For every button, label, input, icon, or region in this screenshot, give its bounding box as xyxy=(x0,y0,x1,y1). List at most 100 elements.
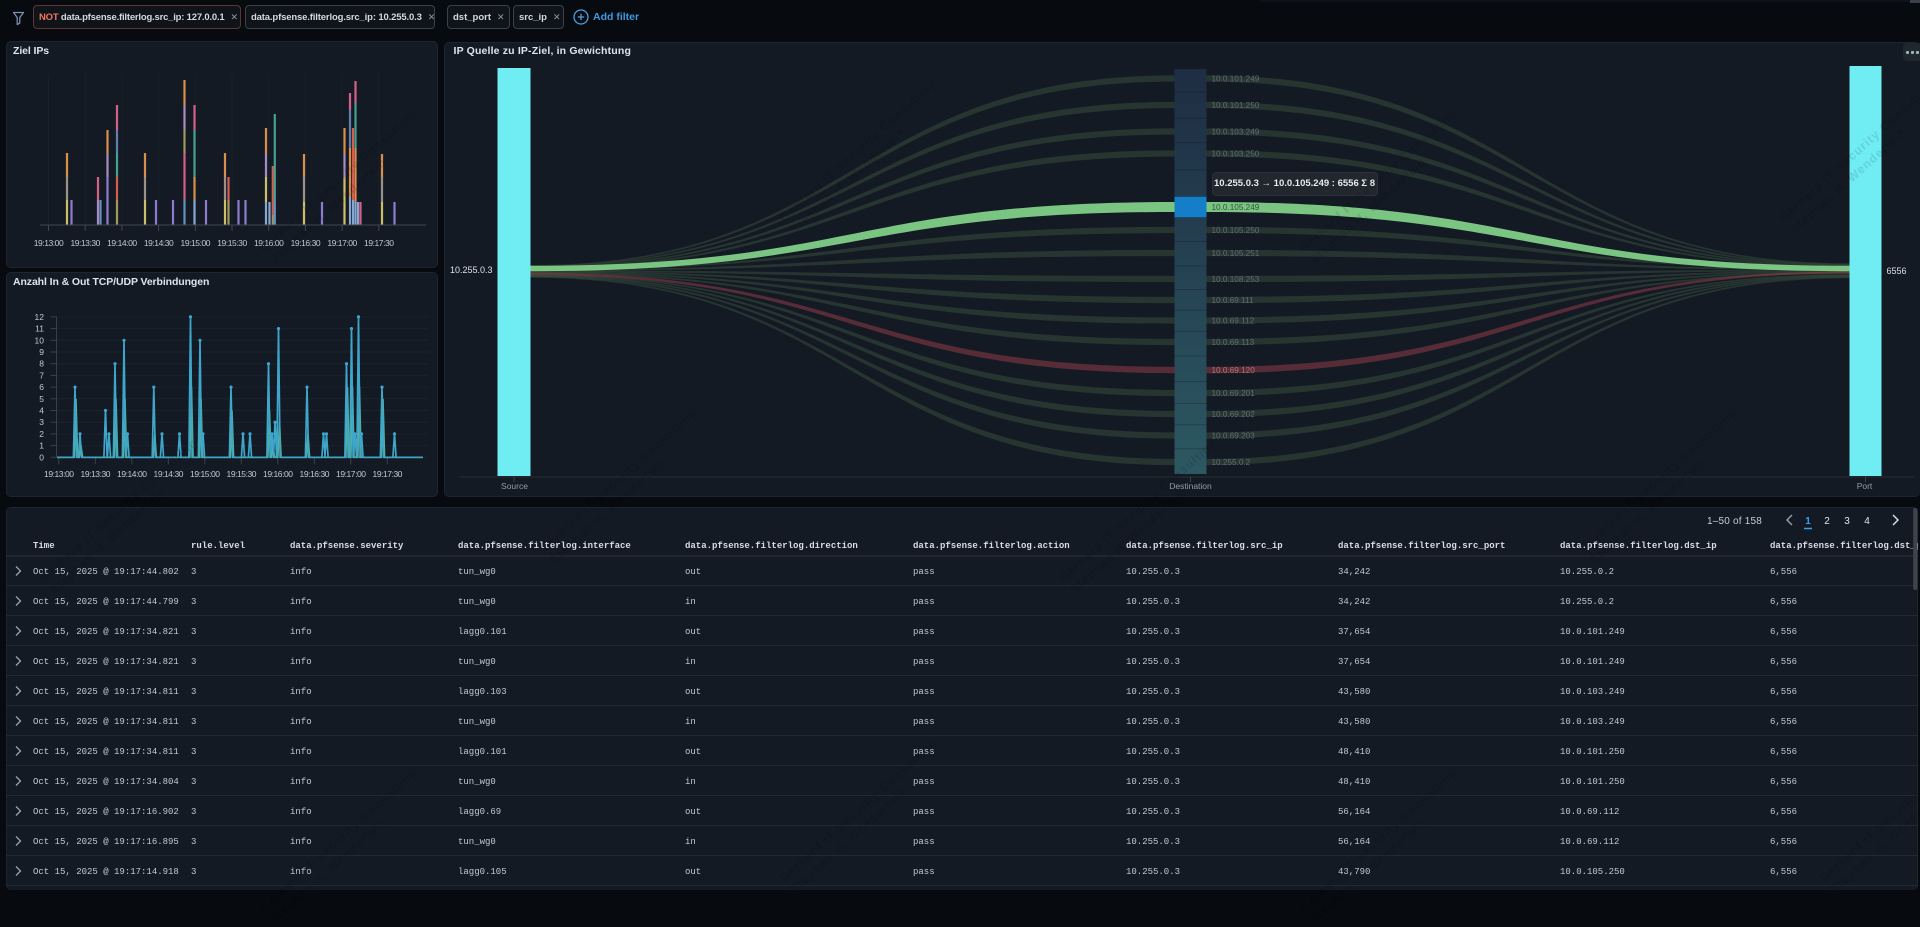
svg-text:pass: pass xyxy=(913,627,935,637)
svg-text:37,654: 37,654 xyxy=(1338,627,1370,637)
svg-text:pass: pass xyxy=(913,717,935,727)
svg-text:lagg0.101: lagg0.101 xyxy=(458,747,507,757)
svg-text:10.255.0.3: 10.255.0.3 xyxy=(1126,777,1180,787)
svg-text:43,580: 43,580 xyxy=(1338,717,1370,727)
svg-text:2: 2 xyxy=(1824,516,1830,527)
svg-text:6,556: 6,556 xyxy=(1770,687,1797,697)
svg-text:48,410: 48,410 xyxy=(1338,777,1370,787)
svg-text:Oct 15, 2025 @ 19:17:16.895: Oct 15, 2025 @ 19:17:16.895 xyxy=(33,837,179,847)
svg-text:6,556: 6,556 xyxy=(1770,597,1797,607)
svg-text:in: in xyxy=(685,597,696,607)
svg-text:10.255.0.3: 10.255.0.3 xyxy=(1126,687,1180,697)
svg-text:10.0.103.249: 10.0.103.249 xyxy=(1560,687,1625,697)
svg-text:in: in xyxy=(685,837,696,847)
svg-text:19:14:30: 19:14:30 xyxy=(154,469,184,479)
svg-text:10.0.105.250: 10.0.105.250 xyxy=(1560,867,1625,877)
svg-text:10.0.101.249: 10.0.101.249 xyxy=(1560,657,1625,667)
svg-text:info: info xyxy=(290,867,312,877)
svg-text:10.0.101.249: 10.0.101.249 xyxy=(1211,75,1259,84)
svg-text:3: 3 xyxy=(191,837,196,847)
svg-text:10.0.101.250: 10.0.101.250 xyxy=(1560,777,1625,787)
svg-text:pass: pass xyxy=(913,567,935,577)
svg-text:data.pfsense.filterlog.dst_por: data.pfsense.filterlog.dst_port xyxy=(1770,541,1918,551)
svg-text:info: info xyxy=(290,837,312,847)
svg-text:10.0.69.112: 10.0.69.112 xyxy=(1211,317,1254,326)
svg-text:pass: pass xyxy=(913,657,935,667)
svg-text:11: 11 xyxy=(35,324,44,334)
svg-text:in: in xyxy=(685,657,696,667)
svg-text:4: 4 xyxy=(39,406,44,416)
svg-text:19:17:30: 19:17:30 xyxy=(364,238,394,248)
svg-text:in: in xyxy=(685,717,696,727)
svg-text:10.255.0.2: 10.255.0.2 xyxy=(1211,458,1250,467)
svg-text:3: 3 xyxy=(191,777,196,787)
svg-text:10: 10 xyxy=(35,335,45,345)
svg-text:4: 4 xyxy=(1864,516,1870,527)
svg-text:pass: pass xyxy=(913,837,935,847)
svg-text:10.0.69.111: 10.0.69.111 xyxy=(1211,296,1253,305)
svg-text:37,654: 37,654 xyxy=(1338,657,1370,667)
svg-text:3: 3 xyxy=(191,687,196,697)
svg-text:19:15:30: 19:15:30 xyxy=(217,238,247,248)
svg-text:info: info xyxy=(290,747,312,757)
svg-text:3: 3 xyxy=(191,747,196,757)
svg-text:1: 1 xyxy=(1805,516,1811,527)
svg-text:pass: pass xyxy=(913,687,935,697)
svg-text:6,556: 6,556 xyxy=(1770,837,1797,847)
svg-text:10.0.101.250: 10.0.101.250 xyxy=(1560,747,1625,757)
svg-text:10.0.69.201: 10.0.69.201 xyxy=(1211,389,1255,398)
svg-text:Oct 15, 2025 @ 19:17:16.902: Oct 15, 2025 @ 19:17:16.902 xyxy=(33,807,179,817)
svg-text:pass: pass xyxy=(913,867,935,877)
svg-text:lagg0.101: lagg0.101 xyxy=(458,627,507,637)
svg-text:data.pfsense.filterlog.action: data.pfsense.filterlog.action xyxy=(913,541,1070,551)
svg-text:10.0.69.112: 10.0.69.112 xyxy=(1560,807,1619,817)
svg-text:10.255.0.3: 10.255.0.3 xyxy=(1126,657,1180,667)
svg-text:8: 8 xyxy=(39,359,44,369)
svg-text:tun_wg0: tun_wg0 xyxy=(458,777,496,787)
svg-text:10.255.0.3: 10.255.0.3 xyxy=(449,265,492,275)
svg-text:Oct 15, 2025 @ 19:17:34.821: Oct 15, 2025 @ 19:17:34.821 xyxy=(33,657,179,667)
svg-text:Oct 15, 2025 @ 19:17:34.811: Oct 15, 2025 @ 19:17:34.811 xyxy=(33,717,179,727)
svg-text:pass: pass xyxy=(913,807,935,817)
svg-text:pass: pass xyxy=(913,777,935,787)
svg-text:10.255.0.2: 10.255.0.2 xyxy=(1560,597,1614,607)
svg-text:10.0.108.253: 10.0.108.253 xyxy=(1211,275,1259,284)
svg-text:3: 3 xyxy=(191,657,196,667)
svg-text:10.255.0.3: 10.255.0.3 xyxy=(1126,867,1180,877)
svg-text:10.0.69.113: 10.0.69.113 xyxy=(1211,338,1254,347)
svg-text:6,556: 6,556 xyxy=(1770,567,1797,577)
svg-text:10.0.101.249: 10.0.101.249 xyxy=(1560,627,1625,637)
svg-text:0: 0 xyxy=(39,452,44,462)
svg-text:19:17:00: 19:17:00 xyxy=(336,469,366,479)
svg-text:rule.level: rule.level xyxy=(191,541,246,551)
svg-text:data.pfsense.filterlog.directi: data.pfsense.filterlog.direction xyxy=(685,541,858,551)
svg-text:Oct 15, 2025 @ 19:17:34.811: Oct 15, 2025 @ 19:17:34.811 xyxy=(33,747,179,757)
svg-text:tun_wg0: tun_wg0 xyxy=(458,717,496,727)
svg-text:data.pfsense.filterlog.src_ip: data.pfsense.filterlog.src_ip xyxy=(1126,541,1283,551)
svg-text:56,164: 56,164 xyxy=(1338,837,1370,847)
svg-text:data.pfsense.filterlog.interfa: data.pfsense.filterlog.interface xyxy=(458,541,631,551)
svg-text:19:16:30: 19:16:30 xyxy=(300,469,330,479)
svg-text:pass: pass xyxy=(913,597,935,607)
svg-text:Oct 15, 2025 @ 19:17:44.802: Oct 15, 2025 @ 19:17:44.802 xyxy=(33,567,179,577)
svg-text:10.255.0.3: 10.255.0.3 xyxy=(1126,807,1180,817)
svg-text:56,164: 56,164 xyxy=(1338,807,1370,817)
svg-text:3: 3 xyxy=(39,417,44,427)
svg-text:data.pfsense.filterlog.src_por: data.pfsense.filterlog.src_port xyxy=(1338,541,1505,551)
svg-text:10.0.105.250: 10.0.105.250 xyxy=(1211,226,1259,235)
svg-text:in: in xyxy=(685,777,696,787)
svg-text:10.255.0.3: 10.255.0.3 xyxy=(1126,567,1180,577)
svg-text:info: info xyxy=(290,807,312,817)
svg-text:19:16:00: 19:16:00 xyxy=(263,469,293,479)
svg-text:6,556: 6,556 xyxy=(1770,807,1797,817)
svg-text:19:13:30: 19:13:30 xyxy=(70,238,100,248)
svg-text:Destination: Destination xyxy=(1169,481,1212,491)
svg-text:10.255.0.3: 10.255.0.3 xyxy=(1126,627,1180,637)
svg-text:out: out xyxy=(685,567,701,577)
svg-text:Source: Source xyxy=(501,481,528,491)
svg-text:43,580: 43,580 xyxy=(1338,687,1370,697)
svg-text:19:17:30: 19:17:30 xyxy=(373,469,403,479)
svg-text:10.255.0.2: 10.255.0.2 xyxy=(1560,567,1614,577)
svg-text:10.0.103.249: 10.0.103.249 xyxy=(1211,128,1259,137)
svg-text:lagg0.69: lagg0.69 xyxy=(458,807,501,817)
